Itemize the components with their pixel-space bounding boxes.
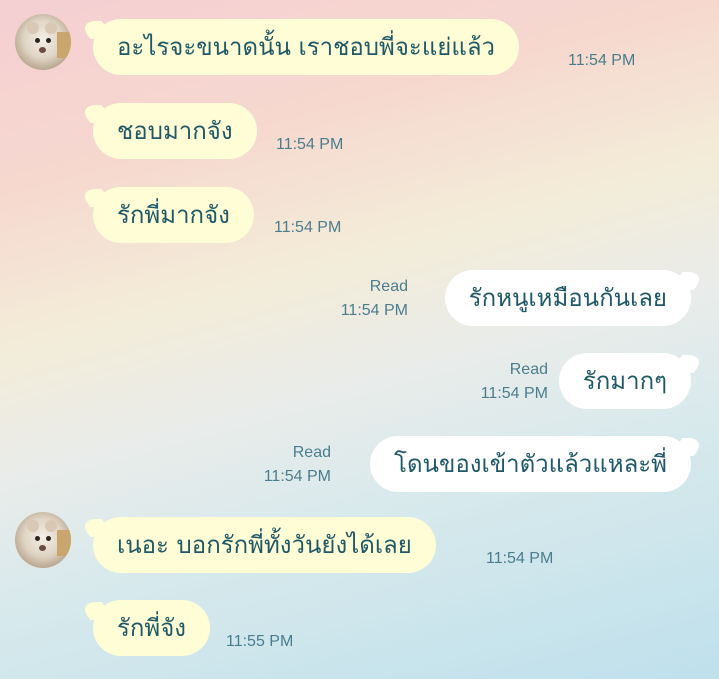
contact-avatar[interactable] xyxy=(15,512,71,568)
message-timestamp: 11:55 PM xyxy=(226,633,294,650)
read-status: Read xyxy=(369,278,408,295)
incoming-message-bubble[interactable]: รักพี่จัง xyxy=(93,600,211,656)
read-status: Read xyxy=(292,444,331,461)
message-meta: Read 11:54 PM xyxy=(264,441,331,489)
avatar-ear-left xyxy=(27,520,39,532)
avatar-eye-left xyxy=(35,536,40,541)
outgoing-message-bubble[interactable]: โดนของเข้าตัวแล้วแหละพี่ xyxy=(370,436,691,492)
message-timestamp: 11:54 PM xyxy=(568,52,636,69)
avatar-ear-right xyxy=(45,22,57,34)
avatar-mouth xyxy=(39,47,46,53)
message-timestamp: 11:54 PM xyxy=(263,468,331,485)
avatar-eye-left xyxy=(35,38,40,43)
incoming-message-bubble[interactable]: อะไรจะขนาดนั้น เราชอบพี่จะแย่แล้ว xyxy=(93,19,519,75)
avatar-background-box xyxy=(57,32,71,58)
avatar-ear-right xyxy=(45,520,57,532)
incoming-message-bubble[interactable]: ชอบมากจัง xyxy=(93,103,257,159)
avatar-ear-left xyxy=(27,22,39,34)
incoming-message-bubble[interactable]: รักพี่มากจัง xyxy=(93,187,254,243)
message-timestamp: 11:54 PM xyxy=(274,219,342,236)
message-meta: Read 11:54 PM xyxy=(481,358,548,406)
message-timestamp: 11:54 PM xyxy=(486,550,554,567)
read-status: Read xyxy=(509,361,548,378)
avatar-eye-right xyxy=(46,536,51,541)
avatar-eye-right xyxy=(46,38,51,43)
avatar-background-box xyxy=(57,530,71,556)
outgoing-message-bubble[interactable]: รักหนูเหมือนกันเลย xyxy=(444,270,691,326)
contact-avatar[interactable] xyxy=(15,14,71,70)
message-meta: Read 11:54 PM xyxy=(341,275,408,323)
incoming-message-bubble[interactable]: เนอะ บอกรักพี่ทั้งวันยังได้เลย xyxy=(93,517,436,573)
message-timestamp: 11:54 PM xyxy=(340,302,408,319)
outgoing-message-bubble[interactable]: รักมากๆ xyxy=(558,353,691,409)
message-timestamp: 11:54 PM xyxy=(480,385,548,402)
message-timestamp: 11:54 PM xyxy=(276,136,344,153)
avatar-mouth xyxy=(39,545,46,551)
